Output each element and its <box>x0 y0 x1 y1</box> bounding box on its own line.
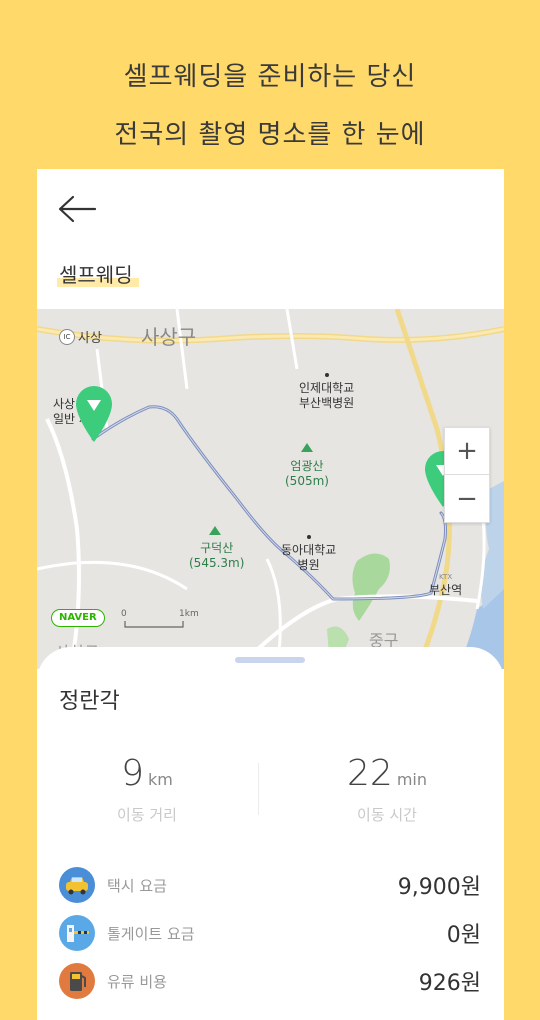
distance-stat: 9 km 이동 거리 <box>37 753 257 825</box>
time-value: 22 <box>347 753 393 794</box>
map-label-donga: 동아대학교 병원 <box>281 535 336 573</box>
sheet-drag-handle[interactable] <box>235 657 305 663</box>
zoom-control: + − <box>444 427 490 523</box>
destination-name: 정란각 <box>59 689 120 714</box>
zoom-in-button[interactable]: + <box>445 428 489 475</box>
promo-line-2: 전국의 촬영 명소를 한 눈에 <box>114 120 426 150</box>
cost-value-taxi: 9,900원 <box>397 875 481 900</box>
cost-label-toll: 톨게이트 요금 <box>107 924 195 943</box>
time-unit: min <box>396 770 427 789</box>
zoom-out-button[interactable]: − <box>445 475 489 522</box>
back-arrow-icon[interactable] <box>57 193 97 225</box>
app-screen: 셀프웨딩 IC 사상 사상구 사상 역 일반 지 인제대학교 부산백병원 엄광산… <box>37 169 504 1020</box>
scale-km: 1km <box>179 609 199 619</box>
cost-value-toll: 0원 <box>446 923 481 948</box>
map-label-eomgwangsan: 엄광산 (505m) <box>285 459 329 488</box>
distance-unit: km <box>148 770 173 789</box>
route-info-sheet: 정란각 9km 이동 거리 22min 이동 시간 택시 요금 9,900원 <box>37 647 504 1020</box>
promo-line-1: 셀프웨딩을 준비하는 당신 <box>123 62 417 92</box>
fuel-icon <box>59 963 95 999</box>
cost-row-toll: 톨게이트 요금 0원 <box>59 913 481 953</box>
cost-label-taxi: 택시 요금 <box>107 876 167 895</box>
cost-row-fuel: 유류 비용 926원 <box>59 961 481 1001</box>
map-label-ic: IC 사상 <box>59 327 102 346</box>
stat-divider <box>258 763 259 815</box>
time-caption: 이동 시간 <box>357 806 417 824</box>
time-stat: 22 min 이동 시간 <box>277 753 497 825</box>
taxi-icon <box>59 867 95 903</box>
map-label-inje: 인제대학교 부산백병원 <box>299 373 354 411</box>
distance-value: 9 <box>121 753 145 794</box>
map-label-gudeoksan: 구덕산 (545.3m) <box>189 541 245 570</box>
page-title: 셀프웨딩 <box>57 259 139 288</box>
map-label-busan-station: KTX 부산역 <box>429 573 463 597</box>
tollgate-icon <box>59 915 95 951</box>
route-map[interactable]: IC 사상 사상구 사상 역 일반 지 인제대학교 부산백병원 엄광산 (505… <box>37 309 504 669</box>
cost-row-taxi: 택시 요금 9,900원 <box>59 865 481 905</box>
cost-label-fuel: 유류 비용 <box>107 972 167 991</box>
start-marker-icon[interactable] <box>74 384 114 444</box>
scale-zero: 0 <box>121 609 127 619</box>
distance-caption: 이동 거리 <box>117 806 177 824</box>
cost-value-fuel: 926원 <box>418 971 481 996</box>
map-label-sasang-gu: 사상구 <box>141 325 197 349</box>
naver-logo: NAVER <box>51 609 105 627</box>
